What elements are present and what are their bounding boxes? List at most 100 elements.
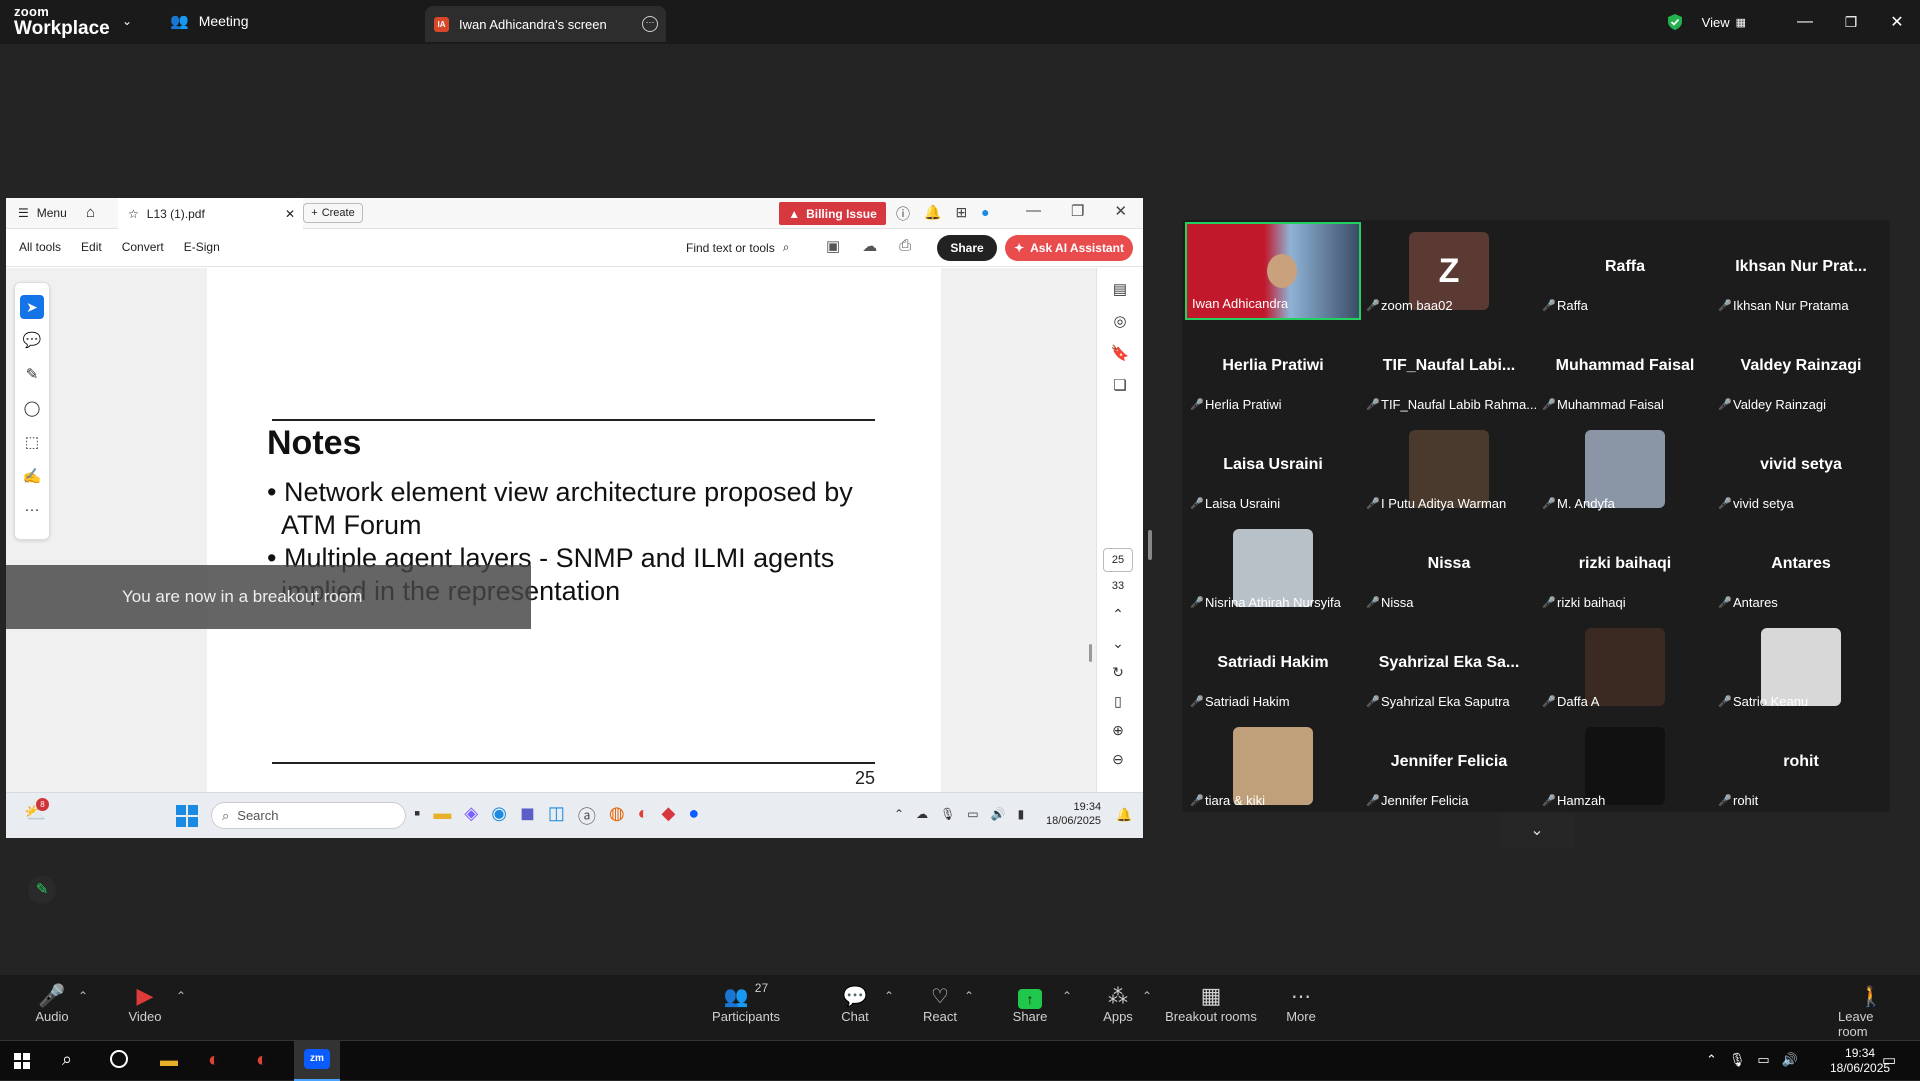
search-icon[interactable]: ⌕	[62, 1049, 72, 1070]
mic-icon[interactable]: 🎙	[940, 807, 955, 821]
participant-tile[interactable]: Laisa Usraini 🎤 Laisa Usraini	[1185, 420, 1361, 518]
chevron-up-icon[interactable]: ⌃	[1062, 989, 1072, 1003]
video-button[interactable]: ▶ Video	[125, 975, 165, 1024]
zoom-taskbar-button[interactable]: zm	[294, 1041, 340, 1081]
zoom-in-icon[interactable]: ⊕	[1112, 722, 1124, 739]
tab-shared-screen[interactable]: IA Iwan Adhicandra's screen ···	[425, 6, 666, 42]
minimize-icon[interactable]: —	[1026, 202, 1041, 220]
teams-icon[interactable]: ◼	[520, 803, 535, 829]
participant-tile[interactable]: Nissa 🎤 Nissa	[1361, 519, 1537, 617]
refresh-icon[interactable]: ↻	[1112, 664, 1124, 681]
network-icon[interactable]: ▭	[1757, 1052, 1769, 1068]
help-icon[interactable]: ⓘ	[896, 204, 910, 224]
more-icon[interactable]: ···	[642, 16, 658, 32]
participant-tile[interactable]: Jennifer Felicia 🎤 Jennifer Felicia	[1361, 717, 1537, 815]
close-icon[interactable]: ✕	[1114, 202, 1127, 220]
participant-tile[interactable]: TIF_Naufal Labi... 🎤 TIF_Naufal Labib Rahm…	[1361, 321, 1537, 419]
cortana-icon[interactable]	[110, 1050, 128, 1068]
convert-link[interactable]: Convert	[122, 240, 164, 254]
chrome-profile-icon[interactable]: ◐	[256, 1049, 268, 1072]
battery-icon[interactable]: ▮	[1018, 807, 1025, 821]
esign-link[interactable]: E-Sign	[184, 240, 220, 254]
save-icon[interactable]: ▣	[826, 237, 840, 255]
zoom-app-icon[interactable]: ●	[688, 803, 699, 829]
action-center-icon[interactable]: ▭	[1882, 1051, 1896, 1069]
chevron-up-icon[interactable]: ⌃	[894, 807, 904, 821]
star-icon[interactable]: ☆	[128, 207, 139, 221]
task-view-icon[interactable]: ▪	[414, 803, 420, 829]
amazon-icon[interactable]: ⓐ	[578, 803, 596, 829]
minimize-icon[interactable]: —	[1782, 13, 1828, 31]
react-button[interactable]: ♡ React	[922, 975, 958, 1024]
notifications-icon[interactable]: 🔔	[1116, 807, 1132, 823]
leave-room-button[interactable]: 🚶 Leave room	[1838, 975, 1904, 1039]
taskbar-search[interactable]: ⌕ Search	[211, 802, 406, 829]
firefox-icon[interactable]: ◍	[609, 803, 625, 829]
close-icon[interactable]: ✕	[1874, 12, 1920, 32]
participant-tile[interactable]: rizki baihaqi 🎤 rizki baihaqi	[1537, 519, 1713, 617]
upload-icon[interactable]: ☁	[862, 237, 877, 255]
volume-icon[interactable]: 🔊	[991, 807, 1006, 821]
view-button[interactable]: View	[1702, 15, 1730, 30]
windows-start-icon[interactable]	[14, 1053, 30, 1069]
find-button[interactable]: Find text or tools ⌕	[686, 240, 789, 255]
inner-clock[interactable]: 19:34 18/06/2025	[1046, 800, 1101, 828]
home-icon[interactable]: ⌂	[86, 204, 95, 221]
share-button[interactable]: Share	[937, 235, 997, 261]
chevron-up-icon[interactable]: ⌃	[1706, 1052, 1717, 1068]
edge-icon[interactable]: ◉	[491, 803, 507, 829]
lasso-icon[interactable]: ◯	[24, 399, 41, 417]
edit-link[interactable]: Edit	[81, 240, 102, 254]
participant-tile[interactable]: 🎤 M. Andyfa	[1537, 420, 1713, 518]
network-icon[interactable]: ▭	[967, 807, 978, 821]
participant-tile[interactable]: rohit 🎤 rohit	[1713, 717, 1889, 815]
ai-summary-icon[interactable]: ▤	[1113, 280, 1127, 298]
ask-ai-button[interactable]: ✦ Ask AI Assistant	[1005, 235, 1133, 261]
chevron-up-icon[interactable]: ⌃	[1142, 989, 1152, 1003]
shield-check-icon[interactable]	[1666, 13, 1684, 31]
participant-tile[interactable]: Raffa 🎤 Raffa	[1537, 222, 1713, 320]
chevron-down-icon[interactable]: ⌄	[1112, 635, 1124, 652]
page-fit-icon[interactable]: ▯	[1114, 693, 1122, 710]
chrome-icon[interactable]: ◐	[638, 803, 649, 829]
scrollbar[interactable]	[1089, 644, 1092, 662]
restore-icon[interactable]: ❐	[1071, 202, 1084, 220]
participant-tile[interactable]: Herlia Pratiwi 🎤 Herlia Pratiwi	[1185, 321, 1361, 419]
zoom-out-icon[interactable]: ⊖	[1112, 751, 1124, 768]
print-icon[interactable]: ⎙	[899, 237, 911, 255]
grid-icon[interactable]: ▦	[1736, 16, 1746, 29]
bell-icon[interactable]: 🔔	[924, 204, 941, 224]
participant-tile[interactable]: Iwan Adhicandra	[1185, 222, 1361, 320]
chevron-down-icon[interactable]: ⌄	[1500, 814, 1574, 848]
cloud-icon[interactable]: ☁	[916, 807, 928, 821]
chevron-up-icon[interactable]: ⌃	[884, 989, 894, 1003]
share-screen-button[interactable]: ↑ Share	[1013, 975, 1047, 1024]
participant-tile[interactable]: Valdey Rainzagi 🎤 Valdey Rainzagi	[1713, 321, 1889, 419]
chevron-up-icon[interactable]: ⌃	[78, 989, 88, 1003]
store-icon[interactable]: ◫	[548, 803, 565, 829]
volume-icon[interactable]: 🔊	[1782, 1052, 1798, 1068]
select-icon[interactable]: ➤	[20, 295, 44, 319]
bookmark-icon[interactable]: 🔖	[1111, 344, 1130, 362]
create-button[interactable]: + Create	[303, 203, 363, 223]
mic-icon[interactable]: 🎙	[1729, 1052, 1746, 1068]
globe-icon[interactable]: ●	[981, 204, 989, 224]
chevron-down-icon[interactable]: ⌄	[122, 14, 132, 28]
comments-panel-icon[interactable]: ◎	[1113, 312, 1126, 330]
tab-meeting[interactable]: 👥 Meeting	[170, 12, 249, 30]
participant-tile[interactable]: Ikhsan Nur Prat... 🎤 Ikhsan Nur Pratama	[1713, 222, 1889, 320]
acrobat-icon[interactable]: ◆	[662, 803, 676, 829]
participant-tile[interactable]: Z 🎤 zoom baa02	[1361, 222, 1537, 320]
pen-icon[interactable]: ✎	[26, 365, 39, 383]
participant-tile[interactable]: 🎤 tiara & kiki	[1185, 717, 1361, 815]
participants-button[interactable]: 👥 27 Participants	[712, 975, 780, 1024]
breakout-rooms-button[interactable]: ▦ Breakout rooms	[1163, 975, 1259, 1024]
more-icon[interactable]: ···	[25, 501, 40, 518]
apps-icon[interactable]: ⊞	[955, 204, 967, 224]
all-tools-link[interactable]: All tools	[19, 240, 61, 254]
chevron-up-icon[interactable]: ⌃	[964, 989, 974, 1003]
more-button[interactable]: ⋯ More	[1284, 975, 1318, 1024]
menu-button[interactable]: ☰ Menu	[18, 206, 67, 220]
file-explorer-icon[interactable]: ▬	[433, 803, 451, 829]
text-select-icon[interactable]: ⬚	[25, 433, 39, 451]
